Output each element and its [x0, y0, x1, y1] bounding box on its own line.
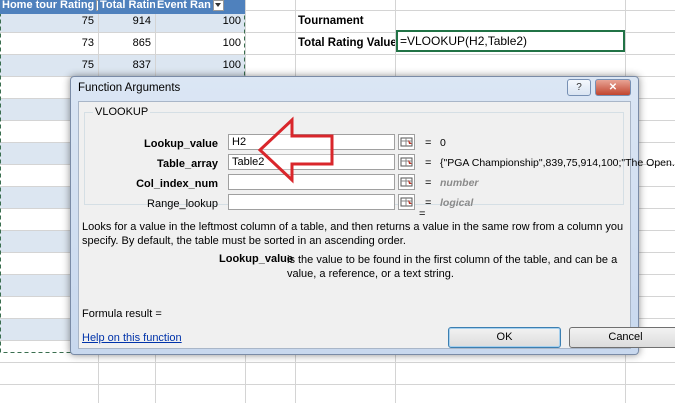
red-arrow-icon [257, 116, 334, 184]
arg-name: Table_array [157, 158, 218, 170]
function-description: Looks for a value in the leftmost column… [82, 221, 624, 247]
arg-result: logical [440, 197, 474, 209]
ok-button[interactable]: OK [448, 327, 561, 348]
cell-r3c3[interactable]: 100 [155, 54, 245, 76]
filter-dropdown-icon[interactable] [212, 0, 224, 11]
arg-help-text: is the value to be found in the first co… [287, 254, 618, 280]
dialog-titlebar[interactable]: Function Arguments ? ✕ [71, 77, 638, 101]
close-button[interactable]: ✕ [595, 79, 631, 96]
cell-r3c1[interactable]: 75 [0, 54, 98, 76]
equals-sign: = [425, 197, 432, 209]
equals-sign: = [425, 177, 432, 189]
collapse-dialog-icon[interactable] [398, 194, 415, 210]
equals-sign: = [425, 137, 432, 149]
collapse-dialog-icon[interactable] [398, 134, 415, 150]
arg-name: Col_index_num [136, 178, 218, 190]
cell-r1c1[interactable]: 75 [0, 10, 98, 32]
cell-r2c3[interactable]: 100 [155, 32, 245, 54]
help-on-function-link[interactable]: Help on this function [82, 332, 182, 344]
arg-name: Range_lookup [147, 198, 218, 210]
function-arguments-dialog[interactable]: Function Arguments ? ✕ VLOOKUP Lookup_va… [70, 76, 675, 355]
active-formula-cell[interactable]: =VLOOKUP(H2,Table2) [396, 30, 625, 52]
cell-r2c2[interactable]: 865 [98, 32, 155, 54]
arg-name: Lookup_value [144, 138, 218, 150]
collapse-dialog-icon[interactable] [398, 154, 415, 170]
range-lookup-input[interactable] [228, 194, 395, 210]
function-result-equals: = [419, 208, 426, 220]
collapse-dialog-icon[interactable] [398, 174, 415, 190]
arg-result: number [440, 177, 479, 189]
cell-r2c1[interactable]: 73 [0, 32, 98, 54]
tournament-label[interactable]: Tournament [296, 10, 395, 32]
dialog-body: VLOOKUP Lookup_value = 0 Table_array = {… [78, 101, 675, 349]
help-button[interactable]: ? [567, 79, 591, 96]
dialog-title: Function Arguments [78, 82, 181, 94]
arg-row-col-index-num: Col_index_num = number [85, 174, 630, 194]
function-name: VLOOKUP [93, 106, 151, 118]
arguments-group: VLOOKUP Lookup_value = 0 Table_array = {… [84, 106, 675, 210]
formula-result-label: Formula result = [82, 308, 162, 320]
arg-result: 0 [440, 137, 446, 149]
cell-r1c3[interactable]: 100 [155, 10, 245, 32]
equals-sign: = [425, 157, 432, 169]
cell-r1c2[interactable]: 914 [98, 10, 155, 32]
arg-help-name: Lookup_value [219, 253, 293, 265]
arg-row-range-lookup: Range_lookup = logical [85, 194, 630, 214]
arg-row-lookup-value: Lookup_value = 0 [85, 134, 630, 154]
arg-result: {"PGA Championship",839,75,914,100;"The … [440, 157, 675, 169]
total-rating-value-label[interactable]: Total Rating Value [296, 32, 395, 54]
cell-r3c2[interactable]: 837 [98, 54, 155, 76]
arg-row-table-array: Table_array = {"PGA Championship",839,75… [85, 154, 675, 174]
cancel-button[interactable]: Cancel [569, 327, 675, 348]
